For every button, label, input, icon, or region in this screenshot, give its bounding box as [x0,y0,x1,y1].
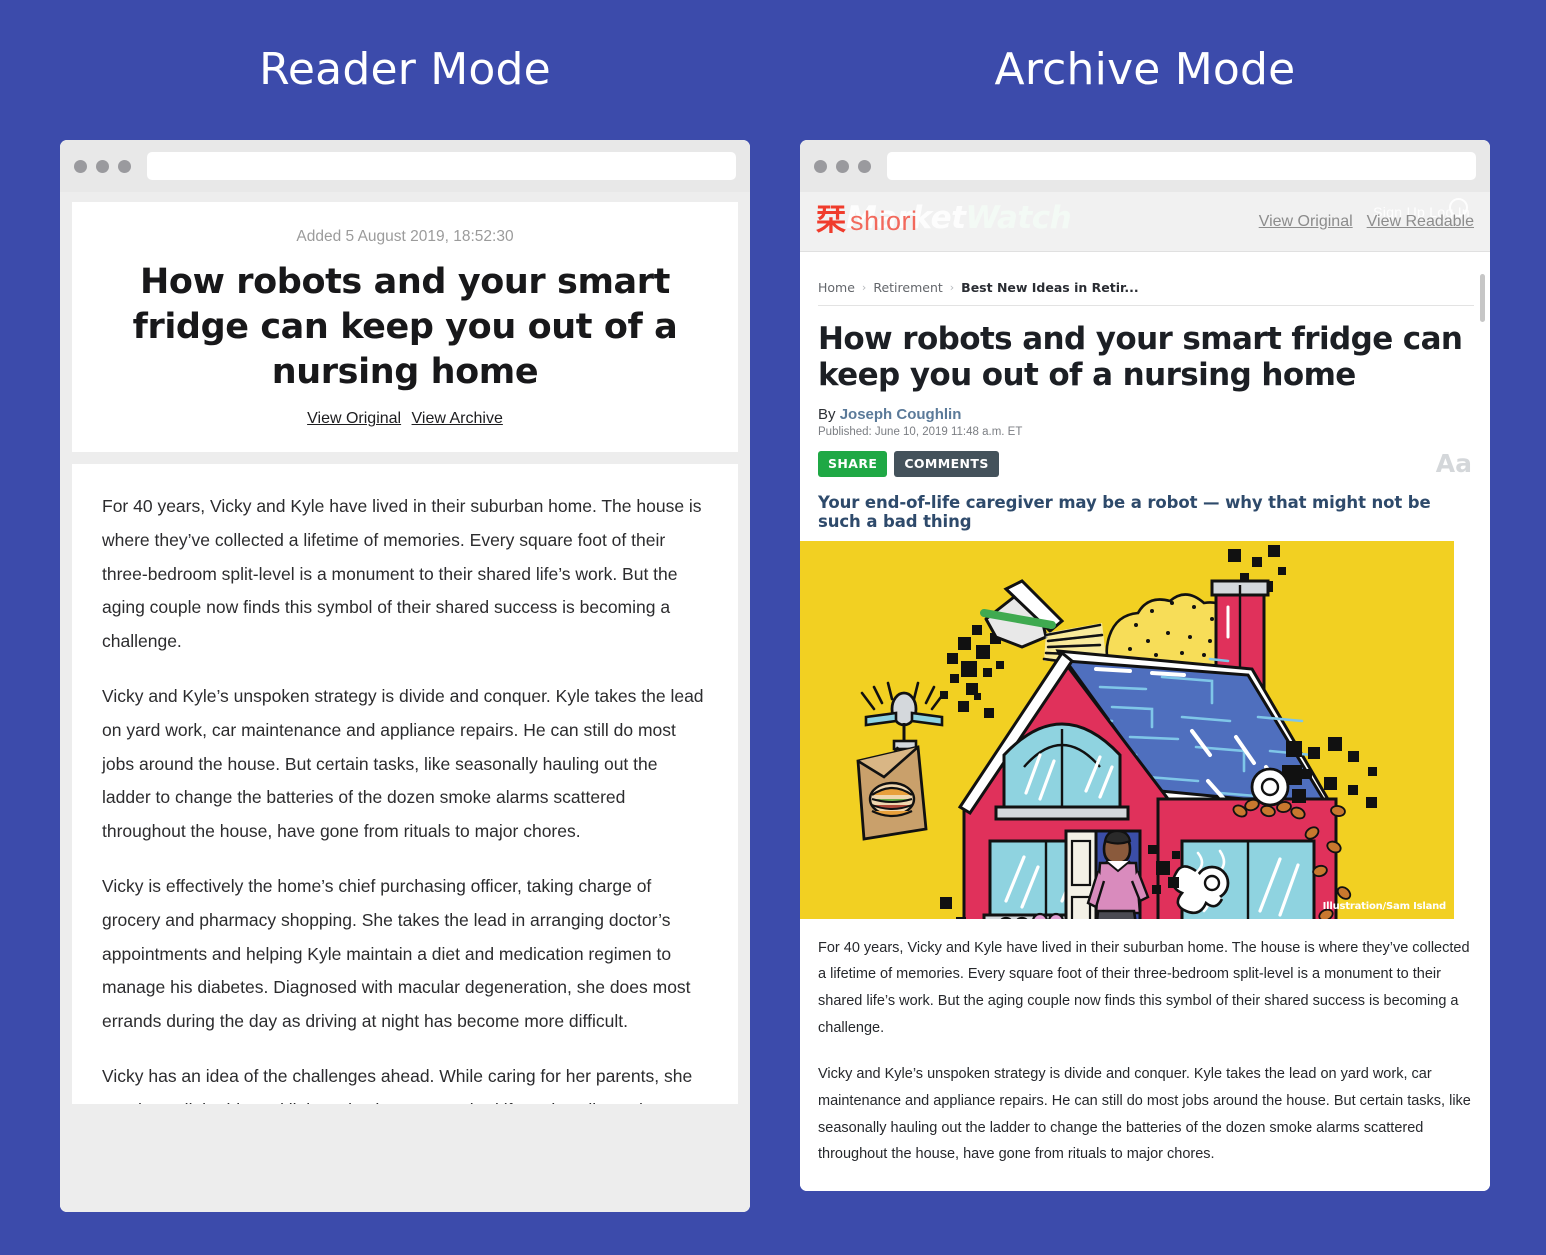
maximize-dot-icon[interactable] [858,159,871,173]
breadcrumb-item-retirement[interactable]: Retirement [873,280,942,295]
close-dot-icon[interactable] [814,159,827,173]
archive-scrollbar[interactable] [1480,274,1485,322]
archive-browser-chrome [800,140,1490,192]
reader-paragraph: For 40 years, Vicky and Kyle have lived … [102,496,702,651]
added-timestamp: Added 5 August 2019, 18:52:30 [296,228,514,245]
reader-page-title: How robots and your smart fridge can kee… [132,262,678,392]
close-dot-icon[interactable] [74,159,87,173]
archive-mode-window: MarketWatch Sign Up Log In 栞 shiori View… [800,140,1490,1191]
article-illustration: Illustration/Sam Island [800,540,1454,919]
shiori-overlay-toolbar: MarketWatch Sign Up Log In 栞 shiori View… [800,192,1490,252]
archive-article-content: For 40 years, Vicky and Kyle have lived … [800,919,1490,1191]
share-button[interactable]: SHARE [818,450,888,477]
archive-url-bar[interactable] [887,152,1476,180]
view-original-link[interactable]: View Original [307,410,401,427]
archived-page: Home › Retirement › Best New Ideas in Re… [800,252,1490,1191]
grocery-bag-icon [856,744,928,841]
reader-action-links: View Original View Archive [96,410,714,428]
article-author-link[interactable]: Joseph Coughlin [840,406,962,423]
illustration-credit: Illustration/Sam Island [1322,900,1447,912]
reader-article-content: For 40 years, Vicky and Kyle have lived … [72,464,738,1105]
reader-mode-window: Added 5 August 2019, 18:52:30 How robots… [60,140,750,1212]
breadcrumb: Home › Retirement › Best New Ideas in Re… [800,252,1490,305]
reader-body: Added 5 August 2019, 18:52:30 How robots… [60,192,750,1212]
reader-mode-heading: Reader Mode [259,44,551,95]
reader-header-card: Added 5 August 2019, 18:52:30 How robots… [72,202,738,453]
reader-browser-chrome [60,140,750,192]
minimize-dot-icon[interactable] [96,159,109,173]
article-subhead: Your end-of-life caregiver may be a robo… [818,492,1431,531]
article-published-date: Published: June 10, 2019 11:48 a.m. ET [818,425,1023,438]
reader-paragraph: Vicky has an idea of the challenges ahea… [102,1066,693,1104]
view-archive-link[interactable]: View Archive [412,410,503,427]
archive-paragraph: Vicky and Kyle’s unspoken strategy is di… [818,1065,1471,1163]
view-readable-link[interactable]: View Readable [1367,213,1474,231]
archive-action-links: View Original View Readable [1259,213,1474,231]
maximize-dot-icon[interactable] [118,159,131,173]
byline-label: By [818,405,836,423]
breadcrumb-item-home[interactable]: Home [818,280,855,295]
breadcrumb-separator-icon: › [949,281,955,294]
archive-paragraph: For 40 years, Vicky and Kyle have lived … [818,939,1470,1037]
article-header: How robots and your smart fridge can kee… [800,306,1490,531]
reader-url-bar[interactable] [147,152,736,180]
breadcrumb-item-current: Best New Ideas in Retir... [961,280,1139,295]
text-size-toggle[interactable]: Aa [1436,451,1472,476]
ghost-logo-watch: Watch [965,200,1072,236]
column-headings: Reader Mode Archive Mode [0,0,1546,140]
shiori-kanji-icon: 栞 [816,203,846,238]
shiori-logo[interactable]: 栞 shiori [816,206,918,237]
smart-house-illustration-svg [800,540,1454,919]
archive-body: MarketWatch Sign Up Log In 栞 shiori View… [800,192,1490,1191]
shiori-wordmark: shiori [850,206,918,236]
view-original-link[interactable]: View Original [1259,213,1353,231]
reader-paragraph: Vicky is effectively the home’s chief pu… [102,876,691,1031]
article-title: How robots and your smart fridge can kee… [818,321,1463,393]
reader-paragraph: Vicky and Kyle’s unspoken strategy is di… [102,686,704,841]
breadcrumb-separator-icon: › [861,281,867,294]
article-action-buttons: SHARE COMMENTS Aa [818,450,1472,477]
article-byline: By Joseph Coughlin [818,406,1472,423]
window-controls [74,159,131,173]
comments-button[interactable]: COMMENTS [894,450,999,477]
minimize-dot-icon[interactable] [836,159,849,173]
window-controls [814,159,871,173]
archive-mode-heading: Archive Mode [994,44,1296,95]
